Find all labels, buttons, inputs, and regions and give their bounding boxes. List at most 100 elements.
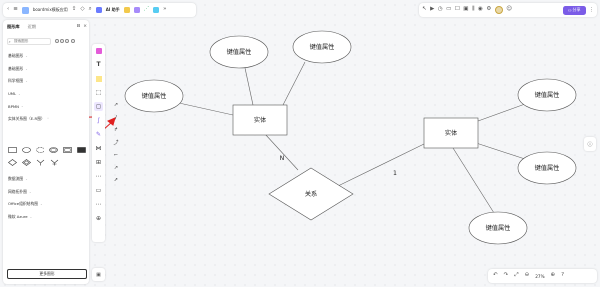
ai-assistant-button[interactable]: AI 助手 bbox=[106, 7, 120, 13]
category-uml[interactable]: UML ⌄ bbox=[8, 88, 88, 101]
entity-label-1: 实体 bbox=[254, 116, 267, 124]
tag-icon[interactable]: ◇ bbox=[80, 7, 84, 13]
straight-line-icon[interactable]: / bbox=[115, 114, 117, 123]
shape-icon[interactable]: ◻ bbox=[94, 102, 103, 111]
search-icon[interactable]: ⌕ bbox=[89, 7, 92, 13]
shape-derived-ellipse[interactable] bbox=[35, 146, 45, 153]
zoom-in-icon[interactable]: ⊕ bbox=[551, 273, 556, 279]
avatar[interactable] bbox=[494, 6, 503, 14]
plugin-icon[interactable] bbox=[153, 7, 160, 13]
chart-icon[interactable]: ⫼ bbox=[472, 7, 475, 13]
component-library-icon[interactable] bbox=[94, 46, 103, 55]
connector-icon[interactable]: ∫ bbox=[94, 116, 103, 125]
er-diagram[interactable]: 键值属性 键值属性 键值属性 键值属性 键值属性 键值属性 实体 实体 关系 N… bbox=[0, 0, 600, 287]
close-icon[interactable]: × bbox=[83, 24, 87, 30]
expand-icon[interactable]: ⋯ bbox=[94, 200, 103, 209]
upload-tool-icon[interactable]: ⊕ bbox=[94, 214, 103, 223]
file-title[interactable]: boardmix模板应用 bbox=[33, 7, 68, 13]
category-azure[interactable]: 微软 Azure ⌄ bbox=[8, 211, 88, 224]
category-bpmn[interactable]: BPMN ⌄ bbox=[8, 100, 88, 113]
present-icon[interactable]: ▣ bbox=[463, 7, 468, 13]
straight-arrow-icon[interactable]: ↗ bbox=[114, 101, 118, 110]
more-tools-icon[interactable]: ⋯ bbox=[94, 172, 103, 181]
zoom-level[interactable]: 27% bbox=[535, 274, 544, 279]
pointer-icon[interactable]: ↖ bbox=[422, 7, 427, 13]
play-icon[interactable]: ▶ bbox=[430, 7, 434, 13]
category-list: 基础图形 ⌄ 基础图形 ⌄ 科学框图 ⌄ UML ⌄ BPMN ⌄ 实体关系图（E-R图）… bbox=[8, 50, 88, 125]
vote-icon[interactable]: ☐ bbox=[455, 7, 460, 13]
share-user-icon: ⚇ bbox=[567, 7, 572, 13]
attribute-label-6: 键值属性 bbox=[486, 224, 511, 232]
category-office-org[interactable]: Office组织结构图 ⌄ bbox=[8, 198, 88, 211]
attribute-label-2: 键值属性 bbox=[227, 48, 252, 56]
elbow-line-icon[interactable]: ⌐ bbox=[114, 151, 118, 160]
category-science[interactable]: 科学框图 ⌄ bbox=[8, 75, 88, 88]
image-icon[interactable] bbox=[133, 7, 140, 13]
attribute-label-3: 键值属性 bbox=[310, 43, 335, 51]
shape-crowfoot-many[interactable] bbox=[36, 159, 45, 166]
shape-filled-rect[interactable] bbox=[77, 146, 86, 153]
tab-shape-library[interactable]: 图形库 bbox=[7, 24, 20, 30]
back-icon[interactable]: ‹ bbox=[7, 7, 9, 13]
template-icon[interactable] bbox=[123, 7, 130, 13]
comment-icon[interactable]: ▭ bbox=[446, 7, 451, 13]
curve-arrow-icon[interactable]: ⤴ bbox=[113, 139, 118, 148]
chevron-down-icon: ⌄ bbox=[25, 79, 28, 84]
menu-icon[interactable]: ≡ bbox=[13, 7, 18, 13]
chevron-up-icon: ⌃ bbox=[46, 116, 50, 121]
settings-icon[interactable]: ⚙ bbox=[486, 7, 491, 13]
shape-entity-rect[interactable] bbox=[8, 146, 17, 153]
shape-weak-entity[interactable] bbox=[63, 146, 73, 153]
upload-icon[interactable]: ⇪ bbox=[72, 7, 77, 13]
timer-icon[interactable]: ◷ bbox=[438, 7, 443, 13]
edge-attr3-entity1 bbox=[282, 61, 306, 106]
category-network[interactable]: 网络拓扑图 ⌄ bbox=[8, 186, 88, 199]
edge-entity2-attr6 bbox=[452, 147, 495, 214]
arrow-bold-icon[interactable]: ➚ bbox=[114, 176, 118, 185]
undo-icon[interactable]: ↶ bbox=[493, 273, 498, 279]
fit-screen-icon[interactable]: ⤢ bbox=[514, 273, 518, 279]
arrow-variant-icon[interactable]: ↗ bbox=[114, 164, 118, 173]
shape-multivalue-ellipse[interactable] bbox=[49, 146, 59, 153]
info-panel-toggle[interactable]: ⓘ bbox=[584, 137, 596, 151]
pen-icon[interactable]: ✎ bbox=[94, 130, 103, 139]
share-button[interactable]: ⚇ 分享 bbox=[562, 5, 586, 15]
shape-search-input[interactable] bbox=[7, 37, 51, 45]
entity-label-2: 实体 bbox=[445, 129, 458, 137]
top-right-toolbar: ↖ ▶ ◷ ▭ ☐ ▣ ⫼ ◉ ⚙ ☺ ⚇ 分享 ⋮ bbox=[419, 3, 597, 17]
help-icon[interactable]: ? bbox=[561, 273, 564, 279]
chevron-down-icon: ⌄ bbox=[28, 189, 32, 194]
category-er[interactable]: 实体关系图（E-R图） ⌃ bbox=[8, 113, 88, 126]
mindmap-icon[interactable]: ⋈ bbox=[94, 144, 103, 153]
shape-attribute-ellipse[interactable] bbox=[22, 146, 31, 153]
pin-icon[interactable]: ⊟ bbox=[76, 24, 80, 30]
zoom-out-icon[interactable]: ⊖ bbox=[525, 273, 530, 279]
history-icon[interactable]: ◉ bbox=[478, 7, 483, 13]
more-shapes-button[interactable]: 更多图形 bbox=[7, 269, 87, 279]
top-bar: ‹ ≡ boardmix模板应用 ⇪ ◇ ⌕ AI 助手 ⋰ » ↖ ▶ ◷ ▭… bbox=[0, 0, 600, 20]
user-icon[interactable]: ☺ bbox=[506, 7, 512, 13]
shape-crowfoot-one[interactable] bbox=[50, 159, 59, 166]
elbow-arrow-icon[interactable]: ↱ bbox=[114, 126, 118, 135]
more-options-icon[interactable]: ⋮ bbox=[589, 7, 594, 13]
category-basic-2[interactable]: 基础图形 ⌄ bbox=[8, 63, 88, 76]
filter-toggles[interactable] bbox=[55, 39, 75, 43]
category-dataflow[interactable]: 数据流图 ⌄ bbox=[8, 173, 88, 186]
frame-icon[interactable]: ⬚ bbox=[94, 88, 103, 97]
text-icon[interactable]: T bbox=[94, 60, 103, 69]
redo-icon[interactable]: ↷ bbox=[504, 273, 509, 279]
category-basic[interactable]: 基础图形 ⌄ bbox=[8, 50, 88, 63]
table-icon[interactable]: ⊞ bbox=[94, 158, 103, 167]
search-field-icon: ⌕ bbox=[8, 38, 11, 44]
edge-attr1-entity1 bbox=[178, 102, 234, 116]
shape-weak-relationship[interactable] bbox=[22, 159, 31, 166]
chevron-down-icon: ⌄ bbox=[21, 104, 24, 109]
chart-tool-icon[interactable]: ▭ bbox=[94, 186, 103, 195]
tab-recent[interactable]: 近期 bbox=[28, 24, 36, 30]
more-icon[interactable]: » bbox=[163, 7, 166, 13]
minimap-button[interactable]: ▣ bbox=[92, 268, 105, 281]
sticky-note-icon[interactable] bbox=[94, 74, 103, 83]
edge-attr2-entity1 bbox=[244, 67, 254, 106]
share-node-icon[interactable]: ⋰ bbox=[144, 7, 150, 13]
shape-relationship-diamond[interactable] bbox=[8, 159, 17, 166]
